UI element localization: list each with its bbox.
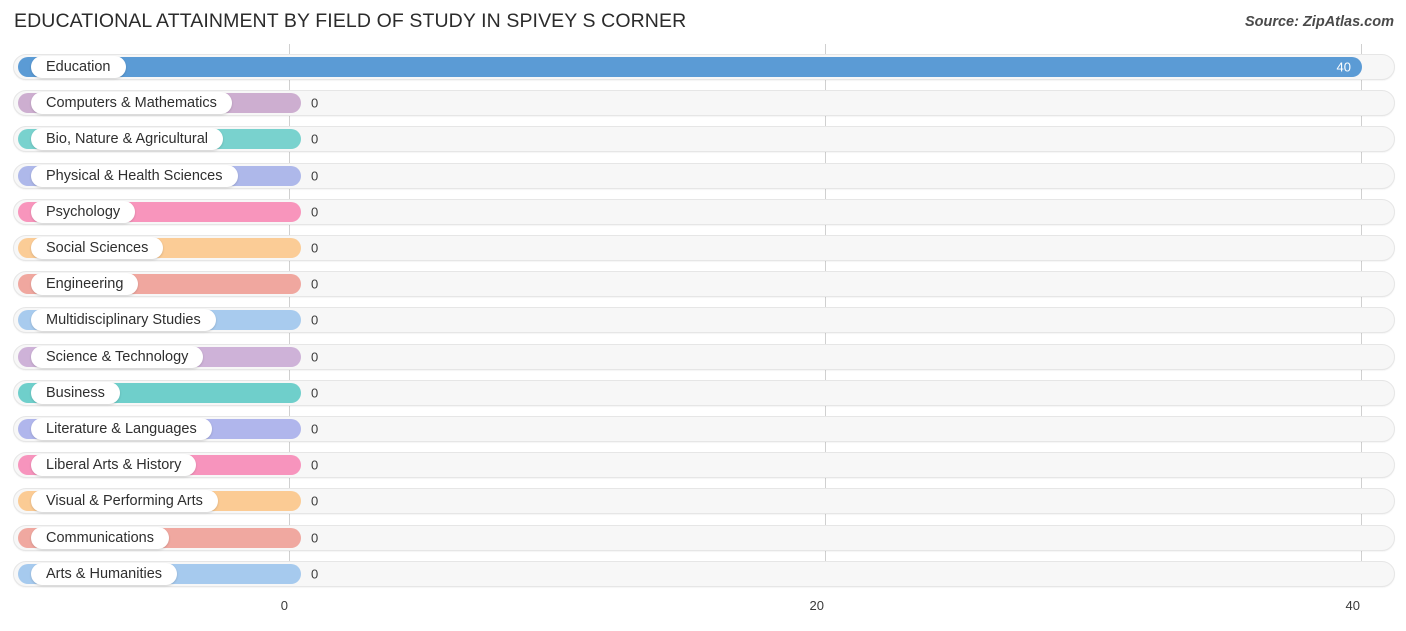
bar-value-label: 40 bbox=[1336, 59, 1351, 75]
bar-value-label: 0 bbox=[311, 385, 319, 401]
bar-category-label: Science & Technology bbox=[31, 345, 204, 368]
bar-value-label: 0 bbox=[311, 457, 319, 473]
bar-category-label: Multidisciplinary Studies bbox=[31, 309, 216, 332]
bar-category-label: Liberal Arts & History bbox=[31, 454, 197, 477]
bar[interactable]: 40 bbox=[18, 57, 1362, 77]
bar-value-label: 0 bbox=[311, 95, 319, 111]
bar-row[interactable]: 0 Physical & Health Sciences bbox=[13, 162, 1395, 189]
x-axis-tick-label: 20 bbox=[809, 598, 824, 613]
bar-row[interactable]: 0 Literature & Languages bbox=[13, 416, 1395, 442]
bar-category-label: Physical & Health Sciences bbox=[31, 164, 238, 187]
bar-value-label: 0 bbox=[311, 349, 319, 365]
bar-row[interactable]: 0 Visual & Performing Arts bbox=[13, 488, 1395, 515]
bar-row[interactable]: 0 Computers & Mathematics bbox=[13, 90, 1395, 117]
bar-value-label: 0 bbox=[311, 204, 319, 220]
bar-row[interactable]: 0 Multidisciplinary Studies bbox=[13, 307, 1395, 334]
bar-category-label: Literature & Languages bbox=[31, 418, 212, 440]
bar-row[interactable]: 0 Business bbox=[13, 379, 1395, 406]
bar-row[interactable]: 0 Engineering bbox=[13, 271, 1395, 298]
bar-value-label: 0 bbox=[311, 276, 319, 292]
bar-row[interactable]: 0 Liberal Arts & History bbox=[13, 452, 1395, 479]
page-title: EDUCATIONAL ATTAINMENT BY FIELD OF STUDY… bbox=[14, 10, 687, 32]
bar-row[interactable]: 0 Social Sciences bbox=[13, 235, 1395, 261]
bar-category-label: Arts & Humanities bbox=[31, 562, 178, 585]
bar-category-label: Engineering bbox=[31, 273, 139, 296]
bar-category-label: Communications bbox=[31, 526, 169, 549]
x-axis-tick-label: 40 bbox=[1345, 598, 1360, 613]
bar-category-label: Computers & Mathematics bbox=[31, 92, 232, 115]
bar-row[interactable]: 0 Bio, Nature & Agricultural bbox=[13, 126, 1395, 153]
chart-header: EDUCATIONAL ATTAINMENT BY FIELD OF STUDY… bbox=[0, 0, 1406, 44]
bar-value-label: 0 bbox=[311, 493, 319, 509]
bar-category-label: Education bbox=[31, 56, 126, 78]
bar-category-label: Psychology bbox=[31, 200, 136, 223]
source-attribution: Source: ZipAtlas.com bbox=[1244, 14, 1394, 30]
bar-category-label: Social Sciences bbox=[31, 237, 164, 259]
bar-value-label: 0 bbox=[311, 421, 319, 437]
bar-value-label: 0 bbox=[311, 131, 319, 147]
bar-category-label: Bio, Nature & Agricultural bbox=[31, 128, 223, 151]
x-axis-tick-label: 0 bbox=[280, 598, 288, 613]
chart-plot-area: 40 Education 0 Computers & Mathematics 0 Bio,… bbox=[0, 44, 1406, 592]
bar-category-label: Visual & Performing Arts bbox=[31, 490, 218, 513]
bar-category-label: Business bbox=[31, 381, 120, 404]
bar-row[interactable]: 0 Communications bbox=[13, 524, 1395, 551]
bar-row[interactable]: 0 Psychology bbox=[13, 198, 1395, 225]
bar-value-label: 0 bbox=[311, 168, 319, 184]
bar-value-label: 0 bbox=[311, 566, 319, 582]
x-axis: 0 20 40 bbox=[0, 592, 1406, 631]
bar-value-label: 0 bbox=[311, 530, 319, 546]
bar-row[interactable]: 40 Education bbox=[13, 54, 1395, 80]
bar-row[interactable]: 0 Arts & Humanities bbox=[13, 560, 1395, 587]
bar-value-label: 0 bbox=[311, 312, 319, 328]
bar-row[interactable]: 0 Science & Technology bbox=[13, 343, 1395, 370]
bar-value-label: 0 bbox=[311, 240, 319, 256]
